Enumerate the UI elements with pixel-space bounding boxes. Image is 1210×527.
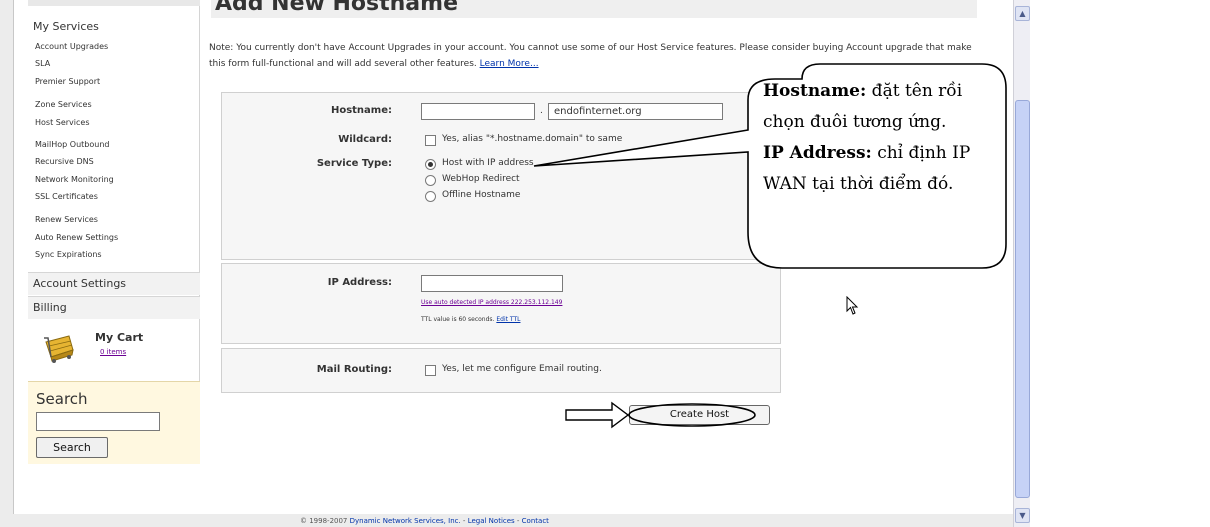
page-title-bar: Add New Hostname: [211, 0, 977, 18]
search-button[interactable]: Search: [36, 437, 108, 458]
search-panel: Search Search: [28, 381, 200, 464]
callout-text: Hostname: đặt tên rồi chọn đuôi tương ứn…: [763, 76, 999, 200]
cart-icon[interactable]: [42, 330, 76, 364]
window-frame-left: [0, 0, 14, 527]
ttl-text: TTL value is 60 seconds. Edit TTL: [421, 316, 520, 323]
ip-address-input[interactable]: [421, 275, 563, 292]
hostname-input[interactable]: [421, 103, 535, 120]
vertical-scrollbar[interactable]: ▲ ▼: [1013, 0, 1030, 527]
service-type-offline-radio[interactable]: [425, 191, 436, 202]
mail-routing-text: Yes, let me configure Email routing.: [442, 364, 602, 374]
service-type-offline-label: Offline Hostname: [442, 190, 521, 200]
callout-ip-bold: IP Address:: [763, 143, 872, 163]
cart-items-link[interactable]: 0 items: [100, 348, 126, 356]
footer-copyright: © 1998-2007: [300, 517, 350, 525]
hostname-label: Hostname:: [330, 105, 392, 116]
footer: © 1998-2007 Dynamic Network Services, In…: [300, 517, 700, 525]
ip-address-label: IP Address:: [327, 277, 392, 288]
sidebar: My Services Account Upgrades SLA Premier…: [28, 0, 200, 464]
sidebar-item-mailhop-outbound[interactable]: MailHop Outbound: [35, 140, 109, 149]
search-heading: Search: [36, 390, 88, 408]
service-type-label: Service Type:: [316, 158, 392, 169]
page-root: My Services Account Upgrades SLA Premier…: [0, 0, 1210, 527]
mail-routing-checkbox[interactable]: [425, 365, 436, 376]
sidebar-item-recursive-dns[interactable]: Recursive DNS: [35, 157, 94, 166]
footer-separator: -: [514, 517, 522, 525]
sidebar-top-band: [28, 0, 200, 6]
page-title: Add New Hostname: [215, 0, 458, 16]
wildcard-label: Wildcard:: [338, 134, 392, 145]
footer-company-link[interactable]: Dynamic Network Services, Inc.: [350, 517, 461, 525]
footer-contact-link[interactable]: Contact: [522, 517, 549, 525]
sidebar-item-premier-support[interactable]: Premier Support: [35, 77, 100, 86]
sidebar-item-zone-services[interactable]: Zone Services: [35, 100, 92, 109]
service-type-webhop-label: WebHop Redirect: [442, 174, 520, 184]
wildcard-checkbox[interactable]: [425, 135, 436, 146]
auto-detect-ip-link[interactable]: Use auto detected IP address 222.253.112…: [421, 299, 562, 306]
mail-routing-label: Mail Routing:: [316, 364, 392, 375]
mail-routing-panel: Mail Routing: Yes, let me configure Emai…: [221, 348, 781, 393]
scrollbar-thumb[interactable]: [1015, 100, 1030, 498]
sidebar-section-account-settings[interactable]: Account Settings: [28, 272, 200, 295]
sidebar-item-network-monitoring[interactable]: Network Monitoring: [35, 175, 114, 184]
search-input[interactable]: [36, 412, 160, 431]
mouse-cursor-icon: [846, 296, 859, 315]
sidebar-heading-my-services[interactable]: My Services: [28, 20, 200, 33]
ttl-value-text: TTL value is 60 seconds.: [421, 316, 495, 323]
footer-separator: -: [460, 517, 468, 525]
cart-title[interactable]: My Cart: [95, 331, 143, 344]
scroll-down-arrow-icon[interactable]: ▼: [1015, 508, 1030, 523]
sidebar-item-account-upgrades[interactable]: Account Upgrades: [35, 42, 108, 51]
edit-ttl-link[interactable]: Edit TTL: [496, 316, 520, 323]
ip-address-panel: IP Address: Use auto detected IP address…: [221, 263, 781, 344]
sidebar-item-auto-renew-settings[interactable]: Auto Renew Settings: [35, 233, 118, 242]
scroll-up-arrow-icon[interactable]: ▲: [1015, 6, 1030, 21]
footer-legal-link[interactable]: Legal Notices: [468, 517, 515, 525]
service-type-host-radio[interactable]: [425, 159, 436, 170]
service-type-webhop-radio[interactable]: [425, 175, 436, 186]
annotation-arrow-icon: [565, 401, 756, 429]
sidebar-item-sla[interactable]: SLA: [35, 59, 50, 68]
sidebar-section-billing[interactable]: Billing: [28, 296, 200, 319]
sidebar-item-renew-services[interactable]: Renew Services: [35, 215, 98, 224]
callout-hostname-bold: Hostname:: [763, 81, 867, 101]
sidebar-item-sync-expirations[interactable]: Sync Expirations: [35, 250, 102, 259]
sidebar-item-ssl-certificates[interactable]: SSL Certificates: [35, 192, 98, 201]
sidebar-item-host-services[interactable]: Host Services: [35, 118, 90, 127]
